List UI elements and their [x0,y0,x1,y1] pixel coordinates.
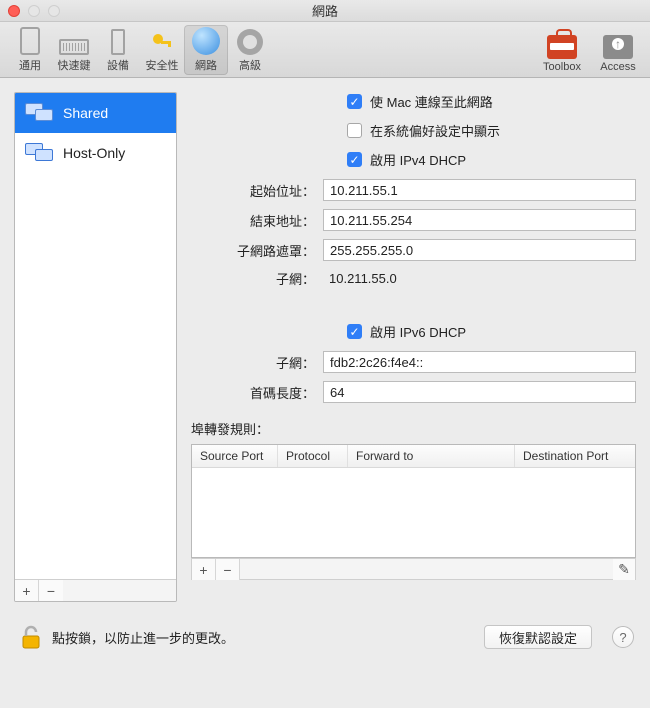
port-rules-table: Source Port Protocol Forward to Destinat… [191,444,636,558]
label-subnet: 子網： [191,269,323,288]
sidebar-item-shared[interactable]: Shared [15,93,176,133]
row-end-addr: 結束地址： 10.211.55.254 [191,209,636,231]
preferences-toolbar: 通用 快速鍵 設備 安全性 網路 高級 Toolbox [0,22,650,78]
row-subnet-mask: 子網路遮罩： 255.255.255.0 [191,239,636,261]
toolbox-icon [547,35,577,59]
label-ipv6-subnet: 子網： [191,353,323,372]
network-hostonly-icon [25,143,53,163]
checkbox-ipv6-dhcp[interactable] [347,324,362,339]
network-sidebar: Shared Host-Only + − [14,92,177,602]
label-ipv4-dhcp: 啟用 IPv4 DHCP [370,150,466,169]
tab-security[interactable]: 安全性 [140,25,184,75]
tab-general[interactable]: 通用 [8,25,52,75]
content-area: Shared Host-Only + − 使 Mac 連線至此網路 在系統偏好設 [0,78,650,612]
port-rules-footer: + − ✎ [191,558,636,580]
input-end-addr[interactable]: 10.211.55.254 [323,209,636,231]
tab-toolbox[interactable]: Toolbox [536,33,588,75]
row-ipv6-subnet: 子網： fdb2:2c26:f4e4:: [191,351,636,373]
row-connect-mac: 使 Mac 連線至此網路 [347,92,636,111]
input-prefix-len[interactable]: 64 [323,381,636,403]
label-connect-mac: 使 Mac 連線至此網路 [370,92,493,111]
port-rules-body[interactable] [192,468,635,557]
bottom-bar: 點按鎖，以防止進一步的更改。 恢復默認設定 ? [0,612,650,664]
cloud-icon [603,35,633,59]
row-prefix-len: 首碼長度： 64 [191,381,636,403]
col-dest-port[interactable]: Destination Port [515,445,635,467]
label-ipv6-dhcp: 啟用 IPv6 DHCP [370,322,466,341]
value-subnet: 10.211.55.0 [323,271,397,286]
keyboard-icon [59,39,89,55]
label-subnet-mask: 子網路遮罩： [191,241,323,260]
checkbox-ipv4-dhcp[interactable] [347,152,362,167]
checkbox-show-sysprefs[interactable] [347,123,362,138]
input-subnet-mask[interactable]: 255.255.255.0 [323,239,636,261]
add-network-button[interactable]: + [15,580,39,601]
edit-rule-button[interactable]: ✎ [613,559,635,580]
port-rules-label: 埠轉發規則： [191,419,636,438]
row-ipv4-dhcp: 啟用 IPv4 DHCP [347,150,636,169]
device-icon [111,29,125,55]
remove-rule-button[interactable]: − [216,559,240,580]
label-prefix-len: 首碼長度： [191,383,323,402]
restore-defaults-button[interactable]: 恢復默認設定 [484,625,592,649]
label-end-addr: 結束地址： [191,211,323,230]
remove-network-button[interactable]: − [39,580,63,601]
row-subnet: 子網： 10.211.55.0 [191,269,636,288]
col-protocol[interactable]: Protocol [278,445,348,467]
sidebar-item-hostonly[interactable]: Host-Only [15,133,176,173]
tab-advanced[interactable]: 高級 [228,25,272,75]
col-source-port[interactable]: Source Port [192,445,278,467]
tab-network[interactable]: 網路 [184,25,228,75]
lock-icon[interactable] [20,624,42,650]
row-start-addr: 起始位址： 10.211.55.1 [191,179,636,201]
col-forward-to[interactable]: Forward to [348,445,515,467]
sidebar-item-label: Host-Only [63,145,125,161]
input-ipv6-subnet[interactable]: fdb2:2c26:f4e4:: [323,351,636,373]
lock-text: 點按鎖，以防止進一步的更改。 [52,628,234,647]
row-ipv6-dhcp: 啟用 IPv6 DHCP [347,322,636,341]
row-show-sysprefs: 在系統偏好設定中顯示 [347,121,636,140]
sidebar-footer: + − [15,579,176,601]
port-rules-header: Source Port Protocol Forward to Destinat… [192,445,635,468]
input-start-addr[interactable]: 10.211.55.1 [323,179,636,201]
titlebar: 網路 [0,0,650,22]
network-shared-icon [25,103,53,123]
tab-access[interactable]: Access [594,33,642,75]
globe-icon [192,27,220,55]
gear-icon [237,29,263,55]
add-rule-button[interactable]: + [192,559,216,580]
general-icon [20,27,40,55]
label-show-sysprefs: 在系統偏好設定中顯示 [370,121,500,140]
checkbox-connect-mac[interactable] [347,94,362,109]
sidebar-item-label: Shared [63,105,108,121]
tab-hotkeys[interactable]: 快速鍵 [52,25,96,75]
help-button[interactable]: ? [612,626,634,648]
network-settings-panel: 使 Mac 連線至此網路 在系統偏好設定中顯示 啟用 IPv4 DHCP 起始位… [191,92,636,602]
key-icon [150,31,174,55]
window-title: 網路 [0,1,650,20]
network-list: Shared Host-Only [15,93,176,579]
tab-devices[interactable]: 設備 [96,25,140,75]
label-start-addr: 起始位址： [191,181,323,200]
